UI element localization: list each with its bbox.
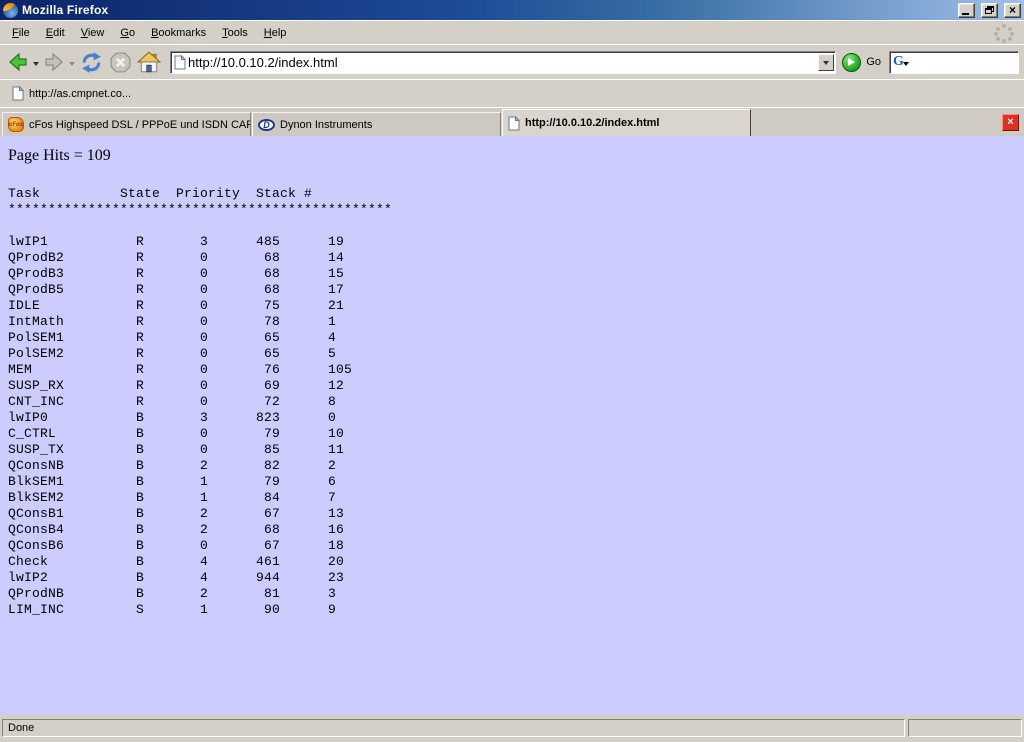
menu-bar-items: FileEditViewGoBookmarksToolsHelp bbox=[4, 23, 294, 43]
close-icon: × bbox=[1009, 5, 1016, 15]
home-button[interactable] bbox=[135, 49, 163, 76]
page-hits-text: Page Hits = 109 bbox=[8, 147, 1024, 165]
go-arrow-icon bbox=[848, 58, 859, 66]
menu-bookmarks[interactable]: Bookmarks bbox=[143, 23, 214, 43]
tab-label: Dynon Instruments bbox=[280, 119, 372, 131]
cfos-icon: cFos bbox=[8, 117, 24, 132]
forward-button[interactable] bbox=[41, 49, 67, 75]
menu-view[interactable]: View bbox=[73, 23, 113, 43]
bookmark-label: http://as.cmpnet.co... bbox=[29, 88, 131, 100]
tab-strip: cFos cFos Highspeed DSL / PPPoE und ISDN … bbox=[2, 109, 752, 136]
task-table: Task State Priority Stack # ************… bbox=[8, 186, 1024, 618]
menu-tools[interactable]: Tools bbox=[214, 23, 256, 43]
page-icon bbox=[508, 116, 520, 131]
navigation-toolbar: Go G bbox=[0, 44, 1024, 79]
minimize-button[interactable] bbox=[958, 3, 975, 18]
go-button[interactable] bbox=[842, 53, 861, 72]
bookmarks-toolbar: http://as.cmpnet.co... bbox=[0, 79, 1024, 107]
menu-go[interactable]: Go bbox=[112, 23, 143, 43]
page-icon bbox=[12, 86, 24, 101]
go-label[interactable]: Go bbox=[866, 56, 881, 68]
tab-bar: cFos cFos Highspeed DSL / PPPoE und ISDN … bbox=[0, 107, 1024, 136]
menu-file[interactable]: File bbox=[4, 23, 38, 43]
minimize-icon bbox=[962, 13, 969, 15]
dynon-icon: D bbox=[258, 119, 275, 131]
url-dropdown[interactable] bbox=[818, 54, 834, 71]
menu-edit[interactable]: Edit bbox=[38, 23, 73, 43]
tab-label: cFos Highspeed DSL / PPPoE und ISDN CAP.… bbox=[29, 119, 251, 131]
tab-cfos[interactable]: cFos cFos Highspeed DSL / PPPoE und ISDN … bbox=[2, 112, 251, 136]
close-tab-icon: × bbox=[1007, 116, 1013, 128]
home-icon bbox=[137, 51, 161, 74]
status-right-panel bbox=[908, 719, 1022, 737]
reload-button[interactable] bbox=[77, 48, 106, 77]
tab-label: http://10.0.10.2/index.html bbox=[525, 117, 659, 129]
throbber-icon bbox=[994, 23, 1014, 43]
search-box[interactable]: G bbox=[889, 51, 1019, 74]
back-button[interactable] bbox=[5, 49, 31, 75]
status-text: Done bbox=[2, 719, 905, 737]
browser-window: Mozilla Firefox × FileEditViewGoBookmark… bbox=[0, 0, 1024, 742]
status-bar: Done bbox=[0, 715, 1024, 742]
page-content: Page Hits = 109 Task State Priority Stac… bbox=[0, 136, 1024, 715]
reload-icon bbox=[79, 50, 104, 75]
title-bar[interactable]: Mozilla Firefox × bbox=[0, 0, 1024, 20]
close-button[interactable]: × bbox=[1004, 3, 1021, 18]
stop-icon bbox=[109, 51, 132, 74]
window-title: Mozilla Firefox bbox=[22, 3, 952, 17]
menu-bar: FileEditViewGoBookmarksToolsHelp bbox=[0, 20, 1024, 44]
forward-arrow-icon bbox=[43, 51, 65, 73]
chevron-down-icon bbox=[823, 61, 829, 68]
google-g-icon[interactable]: G bbox=[893, 55, 904, 69]
url-bar[interactable] bbox=[170, 51, 836, 74]
page-icon bbox=[174, 55, 186, 70]
close-tab-button[interactable]: × bbox=[1002, 114, 1019, 131]
menu-help[interactable]: Help bbox=[256, 23, 295, 43]
restore-icon bbox=[985, 6, 994, 14]
forward-dropdown[interactable] bbox=[69, 62, 75, 69]
stop-button[interactable] bbox=[107, 49, 134, 76]
firefox-logo-icon bbox=[3, 3, 18, 18]
tab-index[interactable]: http://10.0.10.2/index.html bbox=[502, 109, 751, 136]
back-dropdown[interactable] bbox=[33, 62, 39, 69]
back-arrow-icon bbox=[7, 51, 29, 73]
search-input[interactable] bbox=[912, 54, 1016, 70]
url-input[interactable] bbox=[186, 54, 818, 71]
tab-dynon[interactable]: D Dynon Instruments bbox=[252, 112, 501, 136]
bookmark-item[interactable]: http://as.cmpnet.co... bbox=[8, 83, 135, 104]
restore-button[interactable] bbox=[981, 3, 998, 18]
